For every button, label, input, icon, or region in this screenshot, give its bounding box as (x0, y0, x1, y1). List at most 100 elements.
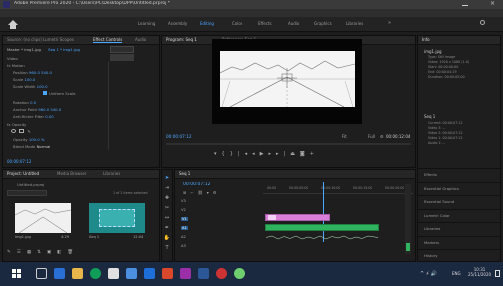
lift-icon[interactable]: ⏏ (290, 151, 300, 157)
mail-icon[interactable] (126, 268, 137, 279)
tab-source[interactable]: Source: (no clips) (7, 37, 42, 42)
tab-program[interactable]: Program: Seq 1 (166, 37, 197, 42)
scale-width-value[interactable]: 100.0 (37, 84, 48, 89)
project-search-input[interactable] (7, 190, 47, 196)
workspace-editing[interactable]: Editing (200, 21, 214, 26)
panel-link-lumetri-color[interactable]: Lumetri Color (418, 208, 502, 223)
workspace-graphics[interactable]: Graphics (314, 21, 332, 26)
track-header-v1[interactable]: V1 (181, 215, 261, 224)
add-icon[interactable]: + (310, 151, 319, 157)
photoshop-icon[interactable] (198, 268, 209, 279)
in-point-icon[interactable]: { (222, 151, 230, 157)
rect-mask-icon[interactable] (19, 129, 25, 133)
new-item-icon[interactable]: ◧ (57, 250, 67, 255)
linked-icon[interactable]: ⛓ (198, 190, 207, 195)
track-header-v3[interactable]: V3 (181, 197, 261, 206)
ripple-edit-tool-icon[interactable]: ✚ (162, 193, 172, 203)
workspace-libraries[interactable]: Libraries (346, 21, 363, 26)
resolution-select[interactable]: Full (368, 134, 375, 139)
word-icon[interactable] (144, 268, 155, 279)
panel-link-essential-graphics[interactable]: Essential Graphics (418, 181, 502, 196)
track-select-tool-icon[interactable]: ⇥ (162, 183, 172, 193)
premiere-taskbar-icon[interactable] (180, 268, 191, 279)
pencil-icon[interactable]: ✎ (7, 250, 17, 255)
panel-link-libraries[interactable]: Libraries (418, 222, 502, 236)
panel-link-effects[interactable]: Effects (418, 168, 502, 182)
timeline-ruler[interactable]: 00:00 00:00:05:00 00:00:10:00 00:00:15:0… (263, 182, 413, 194)
media-player-icon[interactable] (216, 268, 227, 279)
workspace-effects[interactable]: Effects (258, 21, 272, 26)
step-forward-icon[interactable]: ▸ (268, 151, 276, 157)
clip-thumbnail-img1[interactable] (14, 203, 72, 234)
pen-icon[interactable]: ✎ (27, 129, 30, 134)
opacity-value[interactable]: 100.0 % (29, 137, 45, 142)
antiflicker-value[interactable]: 0.00 (45, 114, 53, 119)
program-viewer[interactable] (212, 39, 362, 124)
workspace-color[interactable]: Color (232, 21, 242, 26)
marker-icon[interactable]: ▾ (214, 151, 222, 157)
language-indicator[interactable]: ENG (452, 271, 461, 276)
minimize-icon[interactable] (462, 5, 468, 6)
icon-view-icon[interactable]: ▦ (27, 250, 37, 255)
workspace-audio[interactable]: Audio (288, 21, 299, 26)
chrome-icon[interactable] (90, 268, 101, 279)
panel-link-history[interactable]: History (418, 249, 502, 263)
program-scrubber[interactable] (166, 143, 411, 145)
tab-seq-1[interactable]: Seq 1 (179, 171, 190, 176)
workspace-learning[interactable]: Learning (138, 21, 155, 26)
tab-media-browser[interactable]: Media Browser (57, 171, 87, 176)
checkbox-icon[interactable] (43, 91, 47, 95)
powerpoint-icon[interactable] (162, 268, 173, 279)
tray-icons[interactable]: ^ ⚡ 🔊 (420, 271, 437, 277)
effect-timecode[interactable]: 00:00:07:12 (7, 159, 31, 164)
position-value[interactable]: 960.0 540.0 (29, 70, 52, 75)
chevron-right-icon[interactable]: » (388, 20, 391, 26)
selection-tool-icon[interactable]: ➤ (162, 173, 172, 183)
timeline-timecode[interactable]: 00:00:07:12 (183, 182, 210, 187)
panel-link-markers[interactable]: Markers (418, 235, 502, 250)
track-header-a1[interactable]: A1 (181, 224, 261, 233)
list-view-icon[interactable]: ☰ (17, 250, 27, 255)
export-frame-icon[interactable]: ◙ (300, 151, 310, 157)
track-header-a3[interactable]: A3 (181, 242, 261, 251)
go-to-in-icon[interactable]: |◂ (238, 151, 252, 157)
out-point-icon[interactable]: } (230, 151, 238, 157)
effect-row-opacity[interactable]: fx Opacity (7, 122, 26, 128)
settings-icon[interactable]: ⚙ (213, 190, 221, 195)
effect-row-motion[interactable]: fx Motion (7, 63, 25, 69)
clock[interactable]: 10:31 25/11/2020 (468, 267, 491, 277)
file-explorer-icon[interactable] (72, 268, 83, 279)
store-icon[interactable] (108, 268, 119, 279)
program-timecode[interactable]: 00:00:07:12 (166, 134, 192, 139)
mini-timeline[interactable] (110, 46, 134, 53)
close-icon[interactable]: × (490, 0, 495, 7)
pen-tool-icon[interactable]: ✒ (162, 223, 172, 233)
snap-icon[interactable]: ⌐ (190, 190, 197, 195)
effect-row-uniform-scale[interactable]: Uniform Scale (43, 91, 76, 97)
sort-icon[interactable]: ⇅ (37, 250, 47, 255)
task-view-icon[interactable] (36, 268, 47, 279)
workspace-assembly[interactable]: Assembly (168, 21, 187, 26)
track-header-a2[interactable]: A2 (181, 233, 261, 242)
tab-audio[interactable]: Audio (135, 37, 146, 42)
slip-tool-icon[interactable]: ↔ (162, 213, 172, 223)
scale-value[interactable]: 100.0 (24, 77, 35, 82)
search-icon[interactable] (480, 20, 485, 25)
blend-mode-select[interactable]: Normal (37, 144, 51, 149)
razor-tool-icon[interactable]: ✂ (162, 203, 172, 213)
go-to-out-icon[interactable]: ▸| (276, 151, 290, 157)
new-bin-icon[interactable]: ▣ (47, 250, 57, 255)
step-back-icon[interactable]: ◂ (252, 151, 260, 157)
tab-libraries[interactable]: Libraries (103, 171, 120, 176)
playhead[interactable] (323, 182, 324, 242)
clip-selector[interactable]: Seq 1 * img1.jpg (48, 47, 80, 52)
notification-icon[interactable] (495, 270, 500, 277)
track-header-v2[interactable]: V2 (181, 206, 261, 215)
tab-lumetri-scopes[interactable]: Lumetri Scopes (43, 37, 74, 42)
rotation-value[interactable]: 0.0 (30, 100, 36, 105)
wrench-icon[interactable]: ⚙ (380, 134, 384, 139)
tab-info[interactable]: Info (422, 37, 430, 42)
type-tool-icon[interactable]: T (162, 243, 172, 253)
whatsapp-icon[interactable] (234, 268, 245, 279)
edge-icon[interactable] (54, 268, 65, 279)
